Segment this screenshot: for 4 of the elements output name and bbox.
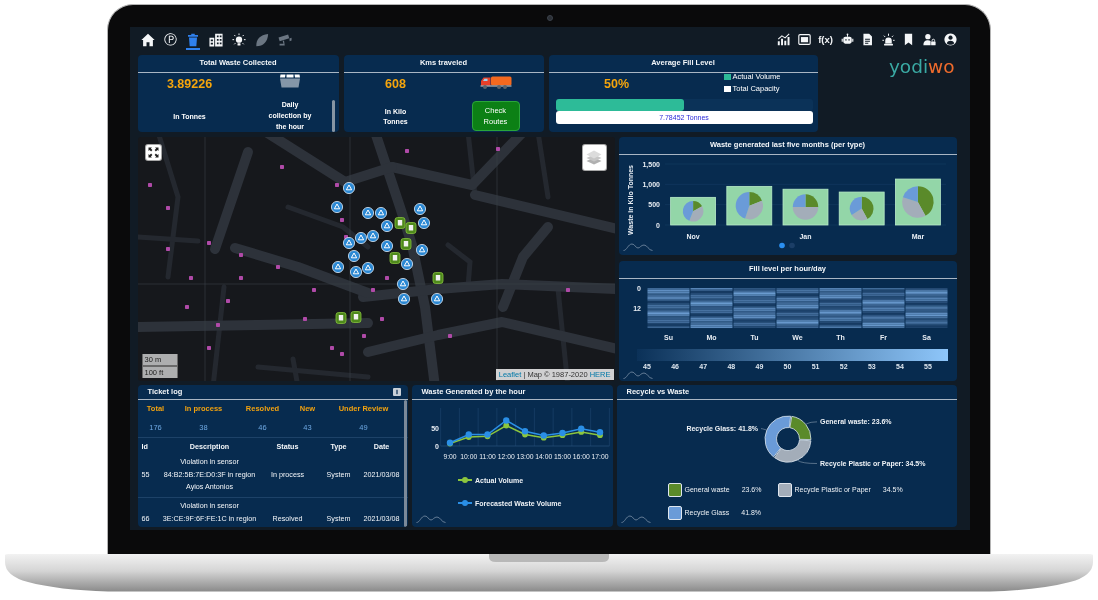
kpi-value: 3.89226 [166,76,213,91]
kpi-value: 50% [604,76,629,93]
logo: yodiwo [888,54,955,79]
kpi-value: 608 [385,76,406,91]
